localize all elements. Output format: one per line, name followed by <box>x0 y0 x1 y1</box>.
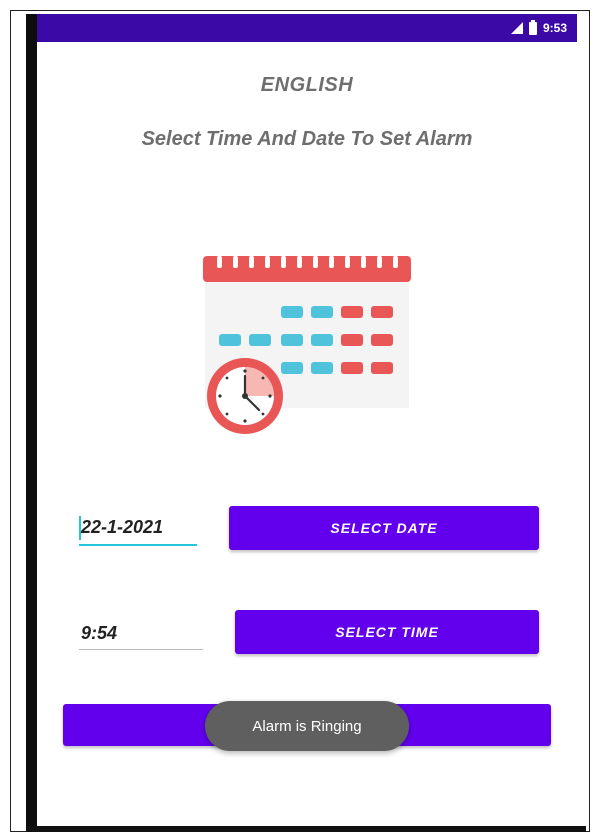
battery-icon <box>528 19 537 35</box>
device-bezel-bottom <box>26 826 586 832</box>
app-title: ENGLISH <box>260 74 354 96</box>
status-bar: 9:53 <box>37 14 577 42</box>
signal-icon <box>510 22 523 34</box>
select-date-button[interactable]: SELECT DATE <box>229 506 539 550</box>
page-subtitle: Select Time And Date To Set Alarm <box>141 128 473 150</box>
toast-message: Alarm is Ringing <box>205 701 409 751</box>
app-screen: 9:53 ENGLISH Select Time And Date To Set… <box>37 14 577 826</box>
time-input[interactable]: 9:54 <box>79 618 203 650</box>
device-bezel <box>26 14 37 830</box>
status-time: 9:53 <box>542 21 567 35</box>
date-input[interactable]: 22-1-2021 <box>79 512 197 546</box>
select-time-button[interactable]: SELECT TIME <box>235 610 539 654</box>
calendar-clock-icon <box>203 256 411 434</box>
